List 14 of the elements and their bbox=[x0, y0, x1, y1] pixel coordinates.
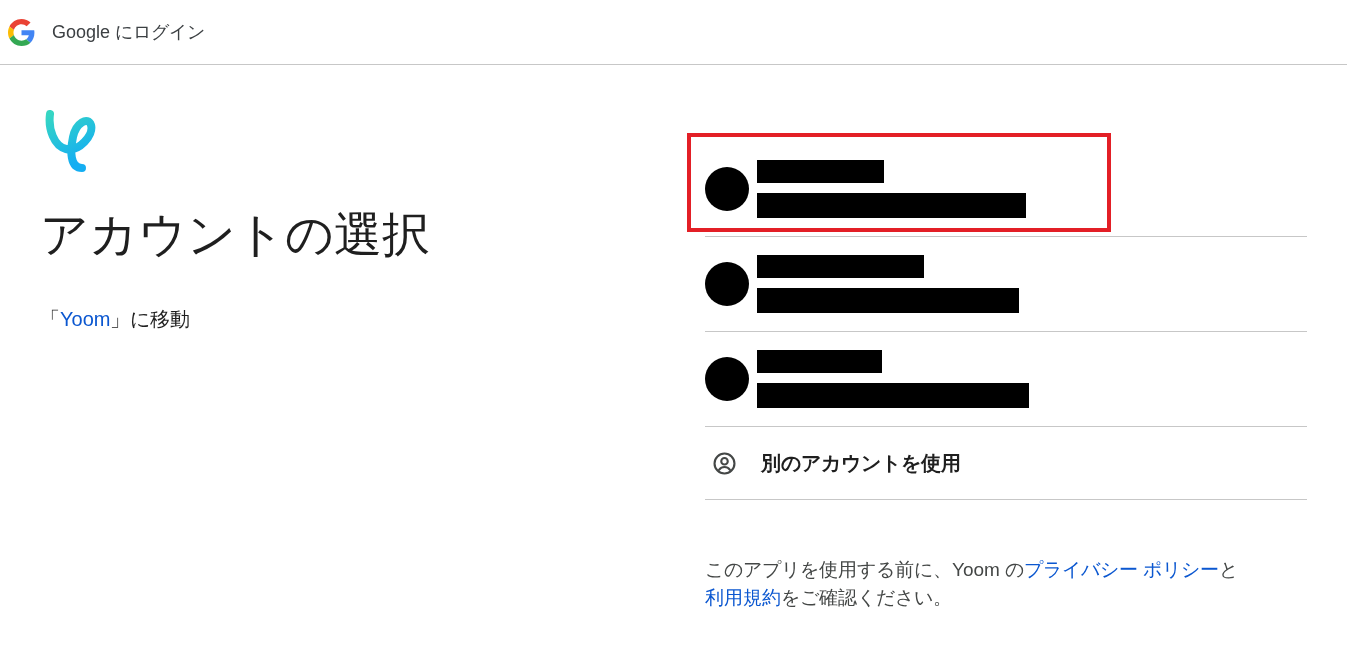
person-circle-icon bbox=[713, 451, 736, 475]
avatar bbox=[705, 167, 749, 211]
consent-notice: このアプリを使用する前に、Yoom のプライバシー ポリシー と 利用規約をご確認ください。 bbox=[705, 558, 1240, 610]
app-link[interactable]: Yoom bbox=[60, 308, 111, 330]
page-heading: アカウントの選択 bbox=[40, 207, 430, 263]
use-another-account-button[interactable]: 別のアカウントを使用 bbox=[705, 427, 1307, 500]
terms-link[interactable]: 利用規約 bbox=[705, 587, 781, 608]
destination-text: 「Yoom」に移動 bbox=[40, 307, 191, 332]
privacy-policy-link[interactable]: プライバシー ポリシー bbox=[1024, 559, 1220, 580]
logo-icon bbox=[45, 109, 97, 173]
avatar bbox=[705, 357, 749, 401]
header-title: Google にログイン bbox=[52, 21, 206, 44]
g-logo-icon bbox=[8, 18, 35, 46]
avatar bbox=[705, 262, 749, 306]
